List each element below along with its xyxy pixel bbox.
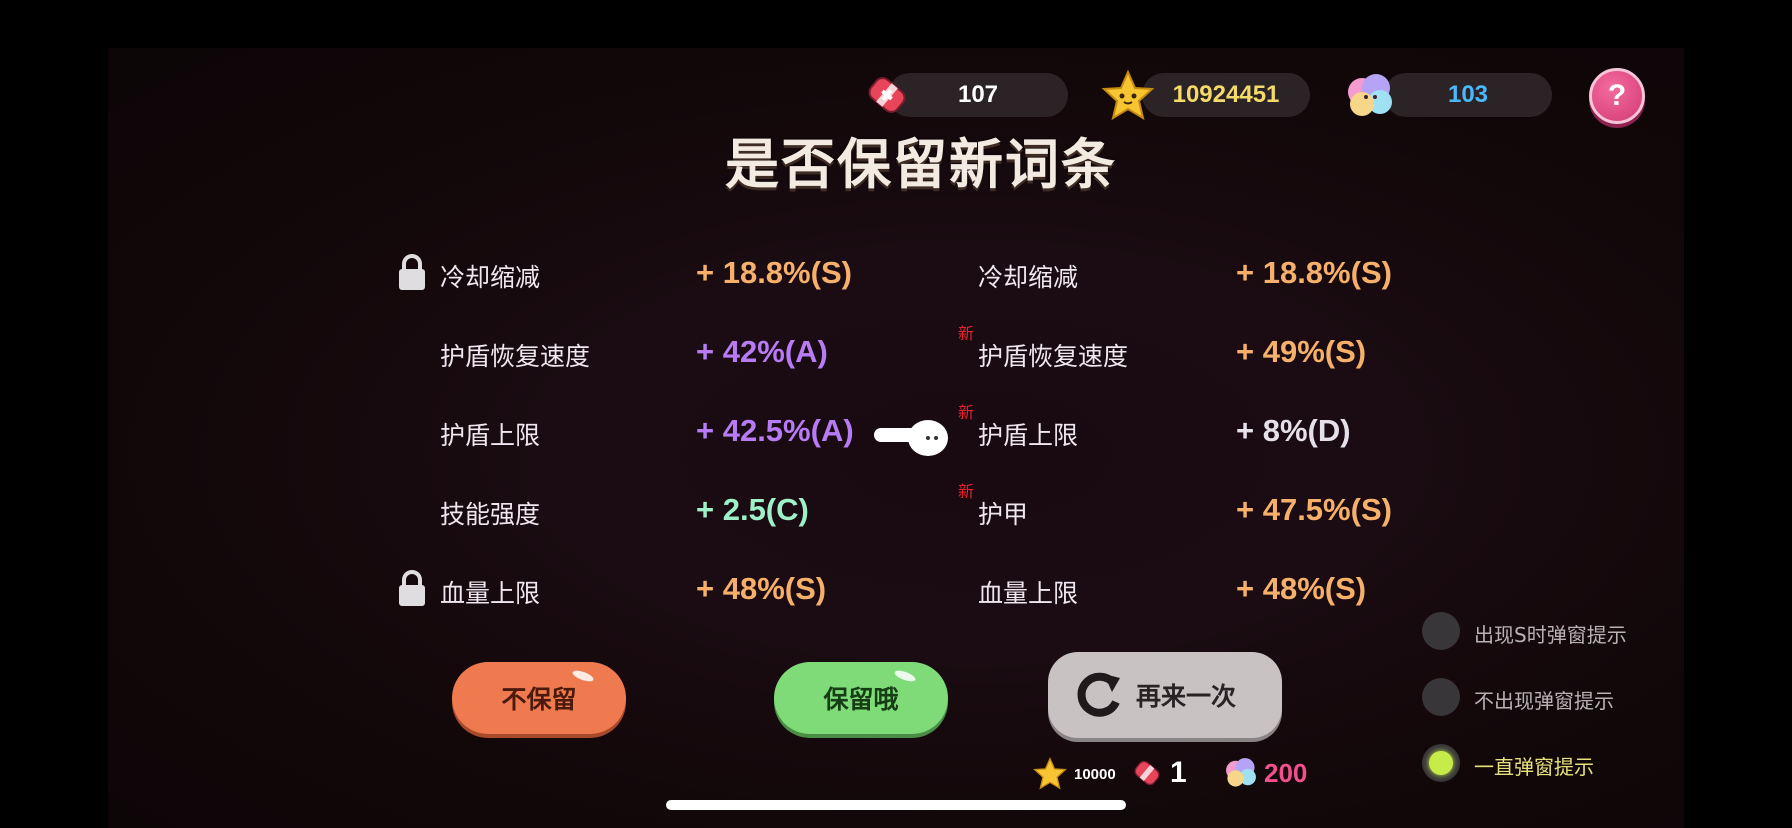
current-attr-name: 护盾恢复速度 bbox=[440, 342, 591, 371]
current-attr-value: + 42%(A) bbox=[696, 334, 828, 369]
discard-button-label: 不保留 bbox=[501, 685, 577, 714]
new-attr-name: 护盾恢复速度 bbox=[978, 342, 1129, 371]
current-attr-name: 护盾上限 bbox=[440, 421, 541, 450]
discard-button[interactable]: 不保留 bbox=[452, 662, 626, 734]
tickets-counter: 107 bbox=[888, 73, 1068, 117]
cost-gems: 200 bbox=[1264, 758, 1308, 788]
new-attr-name: 冷却缩减 bbox=[978, 263, 1079, 292]
pointing-hand-icon bbox=[874, 420, 948, 456]
rainbow-cloud-icon bbox=[1226, 758, 1256, 787]
new-attr-name: 护盾上限 bbox=[978, 421, 1079, 450]
current-attr-value: + 18.8%(S) bbox=[696, 255, 852, 290]
option-label[interactable]: 不出现弹窗提示 bbox=[1474, 685, 1614, 714]
help-button[interactable]: ? bbox=[1589, 68, 1645, 124]
rainbow-cloud-icon bbox=[1348, 74, 1392, 116]
coins-count: 10924451 bbox=[1172, 81, 1280, 108]
option-radio[interactable] bbox=[1422, 612, 1460, 650]
gems-counter: 103 bbox=[1384, 73, 1552, 117]
new-attr-name: 护甲 bbox=[978, 500, 1029, 529]
current-attr-value: + 2.5(C) bbox=[696, 492, 809, 527]
selected-dot bbox=[1429, 751, 1453, 775]
lock-icon[interactable] bbox=[396, 252, 428, 292]
ticket-icon bbox=[868, 77, 906, 113]
gems-count: 103 bbox=[1447, 81, 1489, 108]
keep-button-label: 保留哦 bbox=[823, 685, 899, 714]
home-indicator[interactable] bbox=[666, 800, 1126, 810]
star-coin-icon bbox=[1033, 756, 1067, 790]
new-attr-value: + 49%(S) bbox=[1236, 334, 1367, 369]
current-attr-value: + 42.5%(A) bbox=[696, 413, 854, 448]
star-coin-icon bbox=[1101, 69, 1155, 121]
lock-icon[interactable] bbox=[396, 568, 428, 608]
current-attr-value: + 48%(S) bbox=[696, 571, 827, 606]
new-attr-value: + 48%(S) bbox=[1236, 571, 1367, 606]
retry-button[interactable]: 再来一次 bbox=[1048, 652, 1282, 738]
retry-button-label: 再来一次 bbox=[1135, 682, 1236, 711]
new-attr-value: + 8%(D) bbox=[1236, 413, 1351, 448]
option-label[interactable]: 出现S时弹窗提示 bbox=[1474, 619, 1627, 648]
current-attr-name: 技能强度 bbox=[440, 500, 541, 529]
tickets-count: 107 bbox=[957, 81, 999, 108]
refresh-icon bbox=[1077, 672, 1120, 717]
current-attr-name: 血量上限 bbox=[440, 579, 541, 608]
help-icon: ? bbox=[1607, 79, 1627, 112]
coins-counter: 10924451 bbox=[1142, 73, 1310, 117]
new-attr-value: + 47.5%(S) bbox=[1236, 492, 1392, 527]
cost-tickets: 1 bbox=[1170, 756, 1187, 789]
option-radio[interactable] bbox=[1422, 678, 1460, 716]
current-attr-name: 冷却缩减 bbox=[440, 263, 541, 292]
new-badge: 新 bbox=[958, 482, 975, 501]
ticket-icon bbox=[1134, 760, 1160, 786]
keep-button[interactable]: 保留哦 bbox=[774, 662, 948, 734]
option-radio-selected[interactable] bbox=[1422, 744, 1460, 782]
new-badge: 新 bbox=[958, 324, 975, 343]
new-attr-value: + 18.8%(S) bbox=[1236, 255, 1392, 290]
dialog-title: 是否保留新词条 bbox=[725, 133, 1117, 196]
cost-coins: 10000 bbox=[1074, 766, 1116, 783]
option-label[interactable]: 一直弹窗提示 bbox=[1474, 751, 1594, 780]
new-attr-name: 血量上限 bbox=[978, 579, 1079, 608]
new-badge: 新 bbox=[958, 403, 975, 422]
